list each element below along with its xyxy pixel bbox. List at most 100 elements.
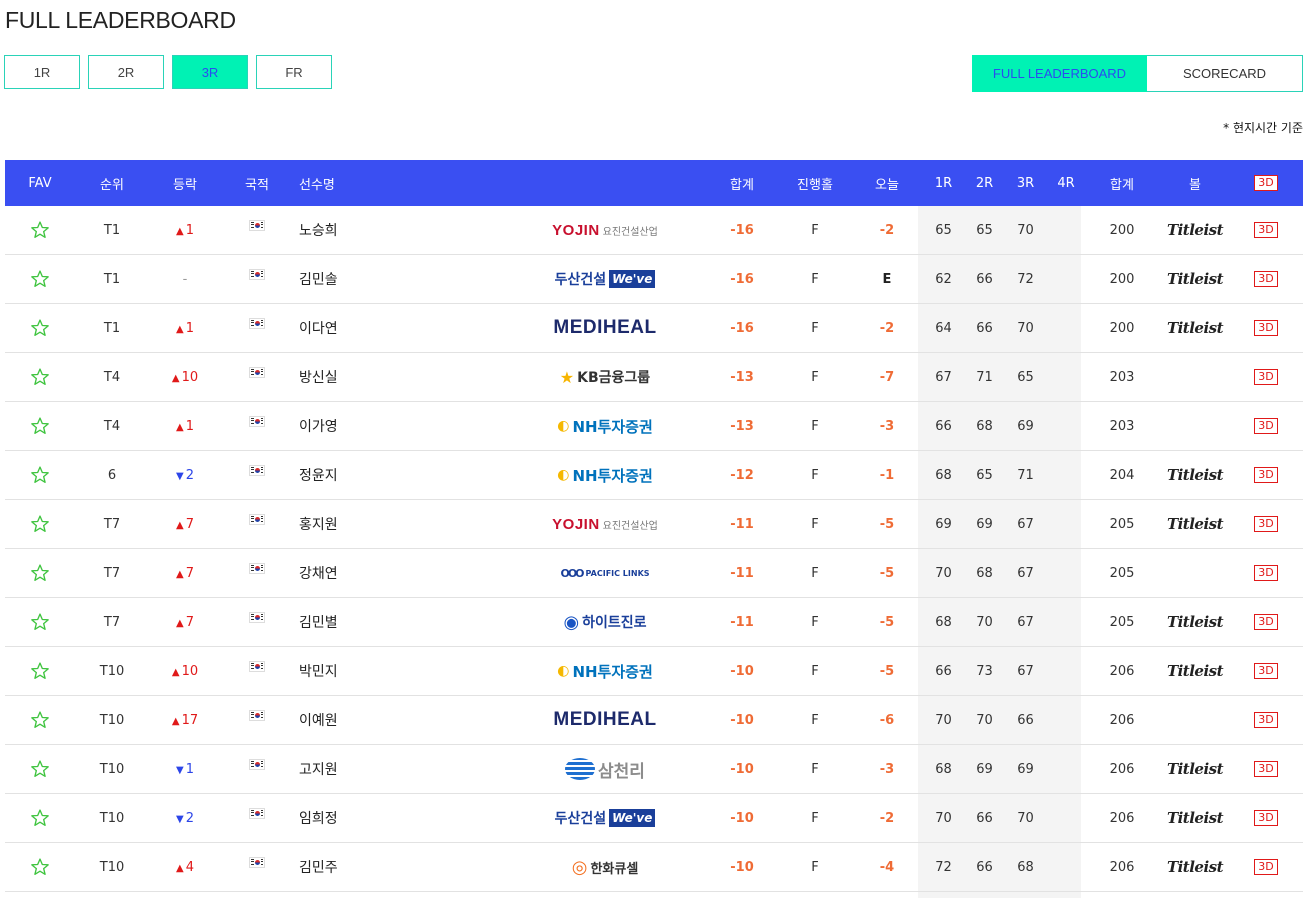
round1-score: 62 (935, 271, 952, 287)
total-score: -16 (730, 222, 754, 238)
round1-score: 65 (935, 222, 952, 238)
favorite-star-icon[interactable] (19, 794, 61, 842)
ball-brand: Titleist (1155, 745, 1235, 793)
3d-button[interactable]: 3D (1254, 320, 1278, 336)
3d-button[interactable]: 3D (1254, 222, 1278, 238)
favorite-star-icon[interactable] (19, 451, 61, 499)
favorite-star-icon[interactable] (19, 843, 61, 891)
ball-brand: Titleist (1155, 451, 1235, 499)
nationality (233, 598, 281, 646)
total-strokes: 205 (1109, 614, 1135, 630)
sponsor-logo-text: MEDIHEAL (553, 709, 657, 730)
total-strokes: 200 (1109, 222, 1135, 238)
player-name[interactable]: 임희정 (299, 794, 419, 842)
tab-full-leaderboard[interactable]: FULL LEADERBOARD (972, 55, 1147, 92)
sponsor-logo-text: YOJIN (552, 515, 600, 533)
korea-flag-icon (249, 464, 265, 476)
rank-change: 7 (185, 516, 194, 532)
nh-symbol-icon: ◐ (557, 467, 570, 483)
round3-score: 71 (1017, 467, 1034, 483)
round1-score: 69 (935, 516, 952, 532)
3d-button[interactable]: 3D (1254, 761, 1278, 777)
sponsor-logo: ◐ NH투자증권 (525, 451, 685, 499)
3d-button[interactable]: 3D (1254, 712, 1278, 728)
ball-brand: Titleist (1155, 500, 1235, 548)
rank-move: ▼ 1 (155, 745, 215, 793)
3d-button[interactable]: 3D (1254, 516, 1278, 532)
rank-up-icon: ▲ (176, 568, 184, 580)
player-name[interactable]: 노승희 (299, 206, 419, 254)
player-name[interactable]: 김민별 (299, 598, 419, 646)
3d-button[interactable]: 3D (1254, 418, 1278, 434)
round2-score: 70 (976, 614, 993, 630)
table-row: T10 ▼ 2 임희정 두산건설 We've -10 F -2 70 66 70 206 Titleist… (5, 794, 1303, 843)
player-name[interactable]: 고지원 (299, 745, 419, 793)
rank: T7 (103, 565, 121, 581)
holes-played: F (811, 320, 819, 336)
3d-button[interactable]: 3D (1254, 369, 1278, 385)
rank-move: ▲ 1 (155, 206, 215, 254)
round4-score (1046, 549, 1086, 597)
round1-score: 66 (935, 418, 952, 434)
header-3d-button[interactable]: 3D (1254, 175, 1278, 191)
round-tab-1r[interactable]: 1R (4, 55, 80, 89)
rank-change: 1 (185, 222, 194, 238)
header-3d: 3D (1245, 160, 1287, 206)
3d-button[interactable]: 3D (1254, 810, 1278, 826)
round-tab-2r[interactable]: 2R (88, 55, 164, 89)
favorite-star-icon[interactable] (19, 696, 61, 744)
3d-button[interactable]: 3D (1254, 271, 1278, 287)
today-score: -2 (879, 810, 895, 826)
titleist-ball-logo: Titleist (1166, 270, 1224, 288)
round2-score: 69 (976, 516, 993, 532)
3d-button[interactable]: 3D (1254, 614, 1278, 630)
3d-button[interactable]: 3D (1254, 565, 1278, 581)
player-name[interactable]: 홍지원 (299, 500, 419, 548)
korea-flag-icon (249, 219, 265, 231)
favorite-star-icon[interactable] (19, 500, 61, 548)
hite-symbol-icon: ◉ (563, 611, 580, 633)
round4-score (1046, 696, 1086, 744)
player-name[interactable]: 박민지 (299, 647, 419, 695)
header-move: 등락 (173, 177, 197, 193)
favorite-star-icon[interactable] (19, 353, 61, 401)
rank-change: 1 (185, 320, 194, 336)
round2-score: 66 (976, 320, 993, 336)
player-name[interactable]: 강채연 (299, 549, 419, 597)
holes-played: F (811, 761, 819, 777)
round1-score: 68 (935, 761, 952, 777)
favorite-star-icon[interactable] (19, 304, 61, 352)
total-score: -11 (730, 516, 754, 532)
round2-score: 66 (976, 859, 993, 875)
ball-brand: Titleist (1155, 843, 1235, 891)
tab-scorecard[interactable]: SCORECARD (1147, 55, 1303, 92)
sponsor-logo-text: NH투자증권 (572, 417, 653, 436)
round-tab-fr[interactable]: FR (256, 55, 332, 89)
player-name[interactable]: 방신실 (299, 353, 419, 401)
round-tab-3r[interactable]: 3R (172, 55, 248, 89)
page-title: FULL LEADERBOARD (5, 7, 236, 33)
3d-button[interactable]: 3D (1254, 859, 1278, 875)
player-name[interactable]: 이다연 (299, 304, 419, 352)
favorite-star-icon[interactable] (19, 206, 61, 254)
favorite-star-icon[interactable] (19, 598, 61, 646)
player-name[interactable]: 이가영 (299, 402, 419, 450)
rank-change: 2 (185, 467, 194, 483)
round3-score: 72 (1017, 271, 1034, 287)
3d-button[interactable]: 3D (1254, 663, 1278, 679)
favorite-star-icon[interactable] (19, 549, 61, 597)
favorite-star-icon[interactable] (19, 402, 61, 450)
korea-flag-icon (249, 660, 265, 672)
favorite-star-icon[interactable] (19, 647, 61, 695)
player-name[interactable]: 김민솔 (299, 255, 419, 303)
3d-button[interactable]: 3D (1254, 467, 1278, 483)
player-name[interactable]: 정윤지 (299, 451, 419, 499)
rank-move: ▲ 7 (155, 549, 215, 597)
round2-score: 73 (976, 663, 993, 679)
favorite-star-icon[interactable] (19, 745, 61, 793)
favorite-star-icon[interactable] (19, 255, 61, 303)
player-name[interactable]: 이예원 (299, 696, 419, 744)
rank-move: ▲ 7 (155, 598, 215, 646)
player-name[interactable]: 김민주 (299, 843, 419, 891)
nh-symbol-icon: ◐ (557, 418, 570, 434)
